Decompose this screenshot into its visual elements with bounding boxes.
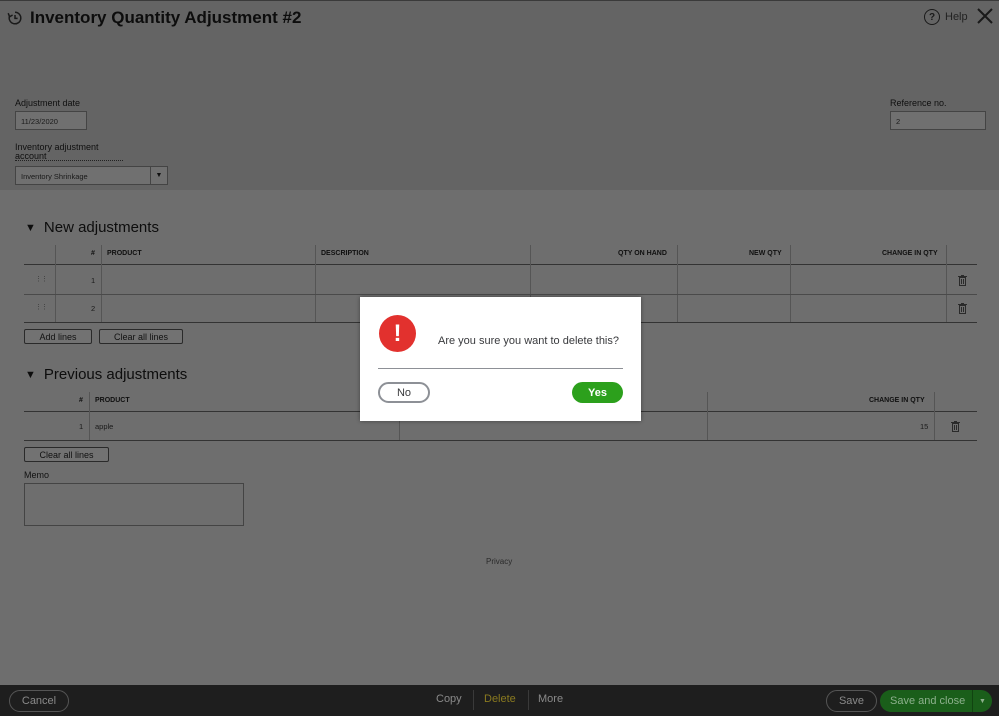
account-select[interactable]: Inventory Shrinkage ▼: [15, 166, 168, 185]
reference-input[interactable]: 2: [890, 111, 986, 130]
history-icon[interactable]: [7, 10, 23, 26]
title-number: #2: [282, 8, 302, 27]
dialog-divider: [378, 368, 623, 369]
col-num: #: [91, 250, 95, 257]
trash-icon[interactable]: [951, 421, 960, 432]
close-icon[interactable]: [975, 6, 995, 26]
col-product: PRODUCT: [95, 397, 130, 404]
yes-button[interactable]: Yes: [572, 382, 623, 403]
account-label-underline: [15, 160, 123, 161]
collapse-triangle-icon: ▼: [25, 368, 36, 381]
help-button[interactable]: ? Help: [924, 9, 968, 25]
trash-icon[interactable]: [958, 275, 967, 286]
new-adjustments-title: New adjustments: [43, 219, 159, 236]
col-qty-on-hand: QTY ON HAND: [618, 250, 667, 257]
add-lines-button[interactable]: Add lines: [24, 329, 92, 344]
privacy-link[interactable]: Privacy: [486, 557, 512, 566]
no-button[interactable]: No: [378, 382, 430, 403]
account-label: Inventory adjustment account: [15, 143, 99, 161]
chevron-down-icon[interactable]: ▼: [150, 167, 167, 184]
trash-icon[interactable]: [958, 303, 967, 314]
more-link[interactable]: More: [538, 693, 563, 705]
col-new-qty: NEW QTY: [749, 250, 782, 257]
delete-link[interactable]: Delete: [484, 693, 516, 705]
copy-link[interactable]: Copy: [436, 693, 462, 705]
previous-adjustments-title: Previous adjustments: [43, 366, 188, 383]
memo-textarea[interactable]: [24, 483, 244, 526]
row-number: 1: [91, 276, 96, 285]
alert-icon: !: [379, 315, 416, 352]
drag-handle-icon[interactable]: ⋮⋮: [35, 303, 48, 311]
col-product: PRODUCT: [107, 250, 142, 257]
adjustment-date-label: Adjustment date: [15, 98, 81, 108]
col-change-in-qty: CHANGE IN QTY: [869, 397, 925, 404]
clear-lines-button[interactable]: Clear all lines: [99, 329, 183, 344]
table-header: # PRODUCT DESCRIPTION QTY ON HAND NEW QT…: [24, 245, 977, 265]
drag-handle-icon[interactable]: ⋮⋮: [35, 275, 48, 283]
help-label: Help: [945, 11, 968, 23]
save-and-close-label: Save and close: [890, 695, 966, 707]
row-product: apple: [95, 422, 114, 431]
title-text: Inventory Quantity Adjustment: [30, 8, 278, 27]
help-icon: ?: [924, 9, 940, 25]
col-change-in-qty: CHANGE IN QTY: [882, 250, 938, 257]
row-change: 15: [920, 422, 929, 431]
col-num: #: [79, 397, 83, 404]
row-number: 2: [91, 304, 96, 313]
previous-adjustments-toggle[interactable]: ▼ Previous adjustments: [25, 366, 187, 383]
save-and-close-button[interactable]: Save and close ▼: [880, 690, 992, 712]
chevron-down-icon[interactable]: ▼: [972, 690, 992, 712]
header-area: Inventory Quantity Adjustment #2 ? Help …: [0, 0, 999, 190]
row-number: 1: [79, 422, 84, 431]
memo-label: Memo: [24, 470, 50, 480]
col-description: DESCRIPTION: [321, 250, 369, 257]
dialog-message: Are you sure you want to delete this?: [438, 335, 619, 347]
new-adjustments-toggle[interactable]: ▼ New adjustments: [25, 219, 159, 236]
delete-confirm-dialog: ! Are you sure you want to delete this? …: [360, 297, 641, 421]
reference-label: Reference no.: [890, 98, 947, 108]
adjustment-date-input[interactable]: 11/23/2020: [15, 111, 87, 130]
footer-bar: Cancel Copy Delete More Save Save and cl…: [0, 685, 999, 716]
collapse-triangle-icon: ▼: [25, 221, 36, 234]
page-title: Inventory Quantity Adjustment #2: [30, 8, 301, 28]
cancel-button[interactable]: Cancel: [9, 690, 69, 712]
save-button[interactable]: Save: [826, 690, 877, 712]
clear-previous-lines-button[interactable]: Clear all lines: [24, 447, 109, 462]
account-value: Inventory Shrinkage: [21, 172, 88, 181]
